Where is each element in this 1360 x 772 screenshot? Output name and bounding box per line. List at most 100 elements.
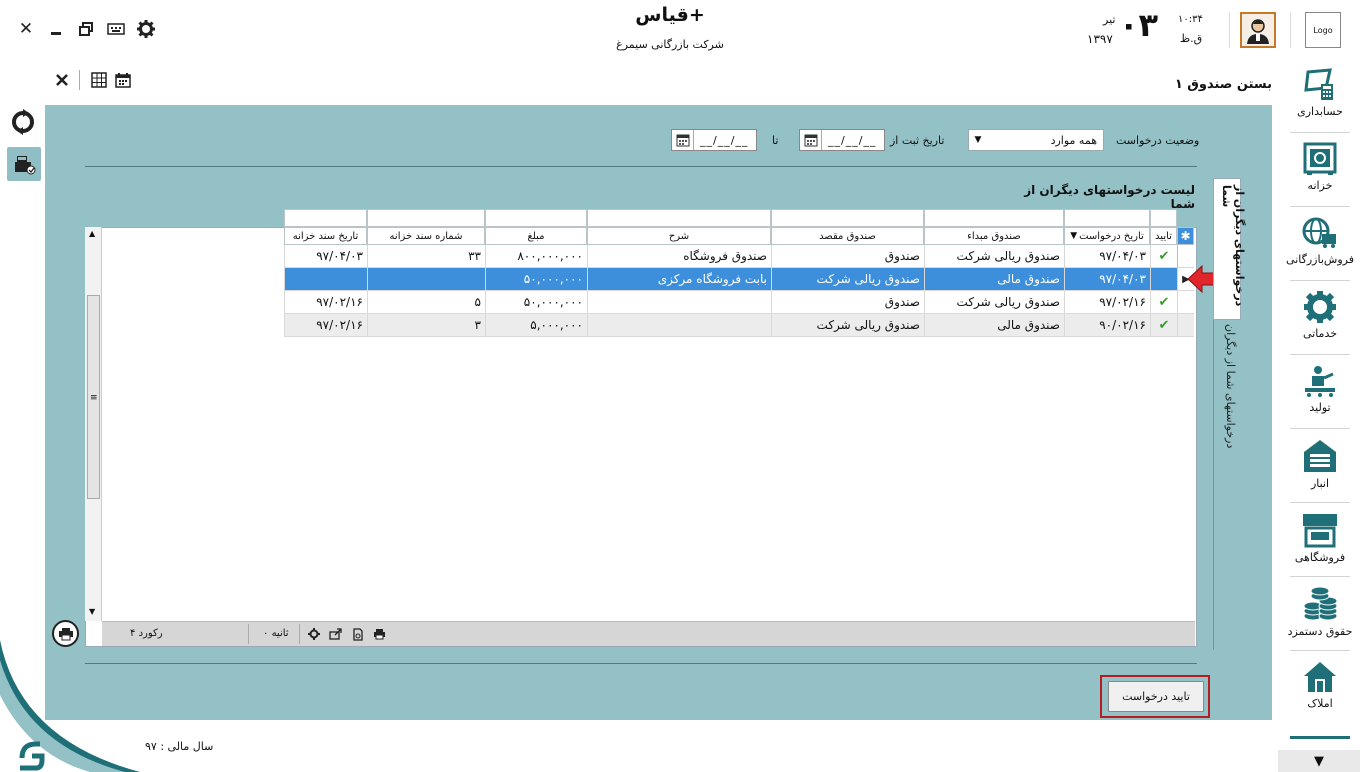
divider bbox=[1229, 12, 1230, 48]
gear-icon bbox=[137, 20, 155, 38]
export-button[interactable] bbox=[328, 627, 342, 641]
cell-doc-date: ۹۷/۰۲/۱۶ bbox=[284, 314, 367, 337]
print-button[interactable] bbox=[372, 627, 386, 641]
calendar-icon[interactable] bbox=[672, 130, 694, 150]
table-row[interactable]: ۹۷/۰۲/۱۶ ۵ ۵۰,۰۰۰,۰۰۰ صندوق صندوق ریالی … bbox=[284, 291, 1194, 314]
col-header[interactable]: شماره سند خزانه bbox=[367, 227, 485, 245]
grid-settings-button[interactable] bbox=[307, 627, 321, 641]
col-header[interactable]: صندوق مقصد bbox=[771, 227, 924, 245]
list-title: لیست درخواستهای دیگران از شما bbox=[1024, 183, 1195, 211]
check-icon[interactable]: ✔ bbox=[1150, 291, 1177, 314]
divider bbox=[85, 663, 1197, 664]
filter-cell[interactable] bbox=[1064, 209, 1150, 227]
divider bbox=[1290, 576, 1350, 577]
warehouse-icon bbox=[1304, 440, 1336, 472]
treasury-icon bbox=[1303, 142, 1337, 175]
nav-commerce[interactable]: فروش‌بازرگانی bbox=[1280, 216, 1360, 284]
col-header[interactable]: تایید bbox=[1150, 227, 1177, 245]
nav-warehouse[interactable]: انبار bbox=[1280, 438, 1360, 506]
scroll-down-icon[interactable]: ▼ bbox=[89, 607, 95, 616]
cash-register-button[interactable] bbox=[7, 147, 41, 181]
date-month: تیر bbox=[1103, 13, 1116, 26]
calendar-icon[interactable] bbox=[800, 130, 822, 150]
col-header[interactable]: شرح bbox=[587, 227, 771, 245]
filter-cell[interactable] bbox=[924, 209, 1064, 227]
divider bbox=[1290, 132, 1350, 133]
settings-button[interactable] bbox=[135, 18, 157, 40]
table-row[interactable]: ۹۷/۰۴/۰۳ ۳۳ ۸۰۰,۰۰۰,۰۰۰ صندوق فروشگاه صن… bbox=[284, 245, 1194, 268]
col-header[interactable]: مبلغ bbox=[485, 227, 587, 245]
filter-cell[interactable] bbox=[1150, 209, 1177, 227]
cell-doc-date: ۹۷/۰۴/۰۳ bbox=[284, 245, 367, 268]
col-header[interactable]: صندوق مبداء bbox=[924, 227, 1064, 245]
close-window-button[interactable]: ✕ bbox=[15, 18, 37, 40]
filter-cell[interactable] bbox=[587, 209, 771, 227]
restore-button[interactable] bbox=[75, 18, 97, 40]
close-tab-button[interactable] bbox=[52, 70, 72, 90]
filter-cell[interactable] bbox=[367, 209, 485, 227]
nav-store[interactable]: فروشگاهی bbox=[1280, 512, 1360, 580]
nav-payroll[interactable]: حقوق دستمزد bbox=[1280, 586, 1360, 654]
nav-accounting[interactable]: حسابداری bbox=[1280, 68, 1360, 136]
tab-my-requests[interactable]: درخواستهای شما از دیگران bbox=[1213, 320, 1237, 650]
user-avatar[interactable] bbox=[1240, 12, 1276, 48]
refresh-icon bbox=[12, 109, 34, 135]
nav-treasury[interactable]: خزانه bbox=[1280, 142, 1360, 210]
tab-requests-from-others[interactable]: درخواستهای دیگران از شما bbox=[1213, 178, 1246, 320]
tab-label: درخواستهای دیگران از شما bbox=[1220, 185, 1246, 307]
minimize-button[interactable] bbox=[45, 18, 67, 40]
date-from-field[interactable]: __/__/__ bbox=[799, 129, 885, 151]
table-row-selected[interactable]: ۵۰,۰۰۰,۰۰۰ بابت فروشگاه مرکزی صندوق ریال… bbox=[284, 268, 1194, 291]
filter-cell[interactable] bbox=[771, 209, 924, 227]
cell-desc bbox=[587, 291, 771, 314]
cell-doc-no bbox=[367, 268, 485, 291]
store-icon bbox=[1303, 514, 1337, 548]
approve-checkbox[interactable] bbox=[1150, 268, 1177, 291]
preview-button[interactable] bbox=[351, 627, 365, 641]
date-to-field[interactable]: __/__/__ bbox=[671, 129, 757, 151]
cell-doc-date bbox=[284, 268, 367, 291]
cell-date: ۹۷/۰۴/۰۳ bbox=[1064, 245, 1150, 268]
chevron-down-icon: ▼ bbox=[1314, 753, 1324, 769]
keyboard-button[interactable] bbox=[105, 18, 127, 40]
cell-date: ۹۷/۰۲/۱۶ bbox=[1064, 291, 1150, 314]
nav-services[interactable]: خدماتی bbox=[1280, 290, 1360, 358]
refresh-button[interactable] bbox=[8, 107, 38, 137]
divider bbox=[1290, 502, 1350, 503]
nav-production[interactable]: تولید bbox=[1280, 364, 1360, 432]
fiscal-year: سال مالی : ۹۷ bbox=[145, 740, 214, 753]
check-icon[interactable]: ✔ bbox=[1150, 245, 1177, 268]
cell-doc-date: ۹۷/۰۲/۱۶ bbox=[284, 291, 367, 314]
filter-cell[interactable] bbox=[485, 209, 587, 227]
date-to-label: تا bbox=[772, 134, 779, 147]
commerce-icon bbox=[1302, 217, 1336, 248]
cell-doc-no: ۳ bbox=[367, 314, 485, 337]
user-icon bbox=[1247, 19, 1269, 44]
grid-view-button[interactable] bbox=[89, 70, 109, 90]
nav-label: فروشگاهی bbox=[1294, 551, 1346, 564]
nav-label: املاک bbox=[1307, 697, 1333, 710]
cell-amount: ۸۰۰,۰۰۰,۰۰۰ bbox=[485, 245, 587, 268]
nav-scroll-down-button[interactable]: ▼ bbox=[1278, 750, 1360, 772]
status-select[interactable]: ▼ همه موارد bbox=[968, 129, 1104, 151]
col-header-sorted[interactable]: ▼ تاریخ درخواست bbox=[1064, 227, 1150, 245]
nav-label: حسابداری bbox=[1297, 105, 1343, 118]
check-icon[interactable]: ✔ bbox=[1150, 314, 1177, 337]
print-report-button[interactable] bbox=[52, 620, 79, 647]
payroll-icon bbox=[1303, 586, 1338, 621]
col-header[interactable]: تاریخ سند خزانه bbox=[284, 227, 367, 245]
table-row[interactable]: ۹۷/۰۲/۱۶ ۳ ۵,۰۰۰,۰۰۰ صندوق ریالی شرکت صن… bbox=[284, 314, 1194, 337]
calendar-button[interactable] bbox=[113, 70, 133, 90]
select-all-icon[interactable]: ✱ bbox=[1177, 227, 1194, 245]
scroll-up-icon[interactable]: ▲ bbox=[89, 229, 95, 238]
date-day: ۰۳ bbox=[1119, 6, 1159, 44]
divider bbox=[1290, 354, 1350, 355]
filter-cell[interactable] bbox=[284, 209, 367, 227]
confirm-request-button[interactable]: تایید درخواست bbox=[1108, 681, 1204, 712]
date-year: ۱۳۹۷ bbox=[1087, 32, 1113, 46]
row-indicator bbox=[1177, 314, 1194, 337]
nav-property[interactable]: املاک bbox=[1280, 660, 1360, 728]
nav-label: خزانه bbox=[1307, 179, 1333, 192]
grid-filter-row bbox=[284, 209, 1177, 227]
services-icon bbox=[1304, 291, 1336, 323]
